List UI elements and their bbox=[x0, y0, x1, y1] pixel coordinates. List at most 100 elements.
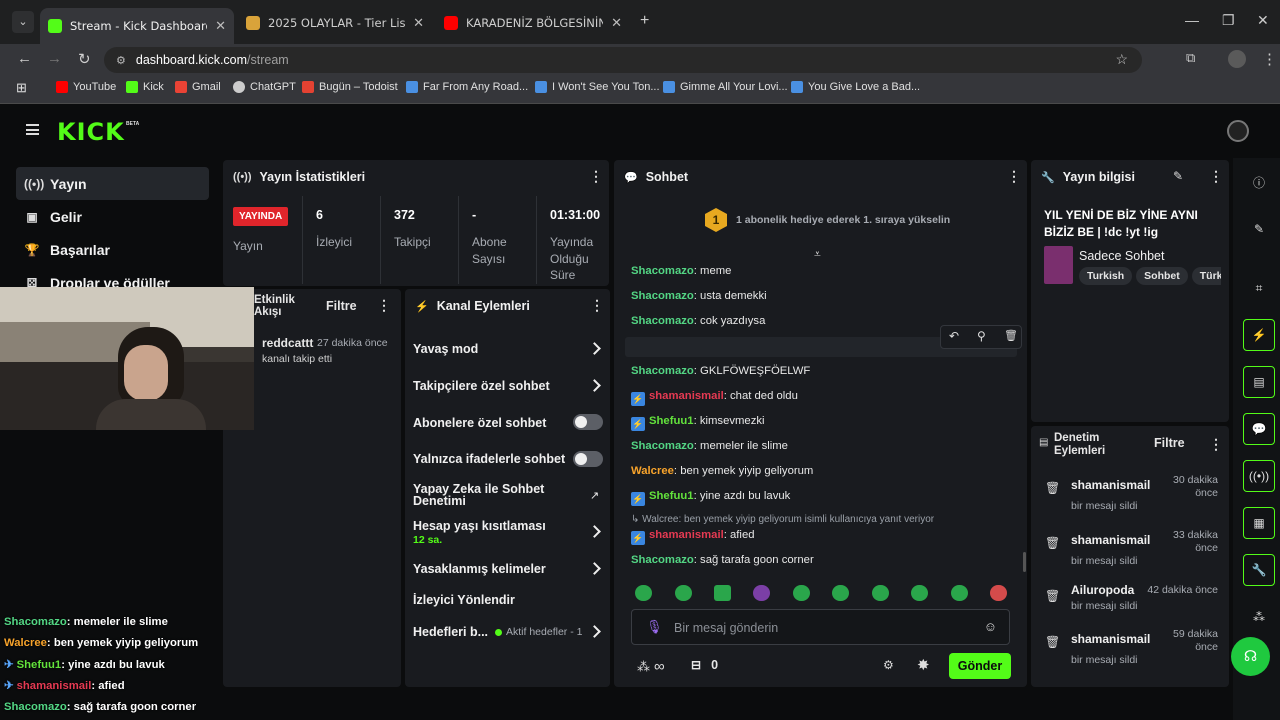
gift-leaderboard-text[interactable]: 1 abonelik hediye ederek 1. sıraya yükse… bbox=[736, 214, 950, 226]
bookmark-i-wont-see-you[interactable]: I Won't See You Ton... bbox=[535, 81, 660, 93]
sidebar-item-yayin[interactable]: ((•)) Yayın bbox=[16, 167, 209, 200]
chat-message[interactable]: Shacomazo: cok yazdıysa bbox=[631, 315, 765, 327]
channel-points[interactable]: ⁂ ∞ bbox=[637, 658, 665, 675]
emotes-only-toggle[interactable] bbox=[573, 451, 603, 467]
close-tab-icon[interactable]: ✕ bbox=[413, 16, 424, 31]
support-headset-icon[interactable]: ☊ bbox=[1231, 637, 1270, 676]
chat-more-icon[interactable]: ⋮ bbox=[1007, 169, 1021, 183]
goals-item[interactable]: Hedefleri b... bbox=[413, 625, 488, 639]
bookmark-todoist[interactable]: Bugün – Todoist bbox=[302, 81, 398, 93]
maximize-icon[interactable]: ❐ bbox=[1222, 12, 1235, 29]
emote-icon[interactable] bbox=[714, 585, 731, 601]
extensions-icon[interactable]: ⧉ bbox=[1186, 50, 1195, 66]
chat-username[interactable]: Walcree bbox=[631, 465, 674, 477]
emoji-icon[interactable]: ☺ bbox=[984, 619, 997, 634]
chat-message[interactable]: ⚡ Shefuu1: kimsevmezki bbox=[631, 415, 765, 431]
activity-more-icon[interactable]: ⋮ bbox=[377, 298, 391, 312]
close-tab-icon[interactable]: ✕ bbox=[215, 19, 226, 34]
emote-icon[interactable] bbox=[793, 585, 810, 601]
tag[interactable]: Turkish bbox=[1079, 267, 1133, 285]
bookmark-kick[interactable]: Kick bbox=[126, 81, 164, 93]
pin-icon[interactable]: ⚲ bbox=[977, 329, 986, 343]
bookmark-gimme-all[interactable]: Gimme All Your Lovi... bbox=[663, 81, 788, 93]
bookmark-you-give-love[interactable]: You Give Love a Bad... bbox=[791, 81, 920, 93]
chat-scrollbar[interactable] bbox=[1023, 552, 1026, 572]
tab-search-button[interactable]: ⌄ bbox=[12, 11, 34, 33]
chat-message[interactable]: ⚡ shamanismail: chat ded oldu bbox=[631, 390, 798, 406]
tab-tier-list[interactable]: 2025 OLAYLAR - Tier List | Kor S ✕ bbox=[238, 8, 432, 38]
ai-moderation-item[interactable]: Yapay Zeka ile Sohbet Denetimi bbox=[413, 483, 544, 508]
emote-icon[interactable] bbox=[832, 585, 849, 601]
chat-message[interactable]: Shacomazo: usta demekki bbox=[631, 290, 767, 302]
points-icon[interactable]: ⁂ bbox=[1243, 601, 1275, 633]
site-info-icon[interactable]: ⚙ bbox=[116, 54, 126, 67]
bookmark-chatgpt[interactable]: ChatGPT bbox=[233, 81, 296, 93]
chat-username[interactable]: shamanismail bbox=[649, 529, 724, 541]
chat-username[interactable]: Shefuu1 bbox=[649, 415, 694, 427]
close-tab-icon[interactable]: ✕ bbox=[611, 16, 622, 31]
emote-icon[interactable] bbox=[753, 585, 770, 601]
emote-icon[interactable] bbox=[635, 585, 652, 601]
chat-username[interactable]: Shacomazo bbox=[631, 440, 694, 452]
chat-username[interactable]: Shacomazo bbox=[631, 265, 694, 277]
mod-actions-more-icon[interactable]: ⋮ bbox=[1209, 437, 1223, 451]
edit-icon[interactable]: ✎ bbox=[1243, 213, 1275, 245]
hamburger-menu-icon[interactable] bbox=[26, 124, 39, 135]
microphone-icon[interactable]: 🎙 bbox=[646, 619, 663, 635]
chat-message[interactable]: Shacomazo: sağ tarafa goon corner bbox=[631, 554, 814, 566]
tag[interactable]: Türk bbox=[1191, 267, 1221, 285]
wrench-icon[interactable]: 🔧 bbox=[1243, 554, 1275, 586]
chat-username[interactable]: Shacomazo bbox=[631, 365, 694, 377]
user-avatar[interactable] bbox=[1227, 120, 1249, 142]
layout-icon[interactable]: ▦ bbox=[1243, 507, 1275, 539]
subs-only-toggle[interactable] bbox=[573, 414, 603, 430]
stats-more-icon[interactable]: ⋮ bbox=[589, 169, 603, 183]
edit-icon[interactable]: ✎ bbox=[1173, 169, 1183, 183]
tab-youtube[interactable]: KARADENİZ BÖLGESİNİN EN Ç ✕ bbox=[436, 8, 630, 38]
sidebar-item-basarilar[interactable]: 🏆 Başarılar bbox=[16, 233, 209, 266]
gift-icon[interactable]: ✸ bbox=[917, 656, 930, 674]
bookmark-far-from-any-road[interactable]: Far From Any Road... bbox=[406, 81, 528, 93]
send-button[interactable]: Gönder bbox=[949, 653, 1011, 679]
redirect-viewers-item[interactable]: İzleyici Yönlendir bbox=[413, 593, 515, 607]
emote-icon[interactable] bbox=[990, 585, 1007, 601]
reply-icon[interactable]: ↶ bbox=[949, 329, 959, 343]
capture-icon[interactable]: ⌗ bbox=[1243, 272, 1275, 304]
chat-settings-icon[interactable]: ⚙ bbox=[883, 658, 894, 672]
close-window-icon[interactable]: ✕ bbox=[1257, 12, 1269, 29]
stream-info-more-icon[interactable]: ⋮ bbox=[1209, 169, 1223, 183]
chat-username[interactable]: shamanismail bbox=[649, 390, 724, 402]
followers-only-item[interactable]: Takipçilere özel sohbet bbox=[413, 379, 550, 393]
channel-actions-more-icon[interactable]: ⋮ bbox=[590, 298, 604, 312]
bookmark-gmail[interactable]: Gmail bbox=[175, 81, 221, 93]
slow-mode-item[interactable]: Yavaş mod bbox=[413, 342, 478, 356]
chat-message[interactable]: Shacomazo: GKLFÖWEŞFÖELWF bbox=[631, 365, 810, 377]
activity-user[interactable]: reddcattt bbox=[262, 336, 313, 350]
mod-filter-button[interactable]: Filtre bbox=[1154, 436, 1185, 450]
bookmark-youtube[interactable]: YouTube bbox=[56, 81, 116, 93]
chat-message[interactable]: Walcree: ben yemek yiyip geliyorum bbox=[631, 465, 813, 477]
category-name[interactable]: Sadece Sohbet bbox=[1079, 249, 1165, 263]
account-age-item[interactable]: Hesap yaşı kısıtlaması bbox=[413, 519, 546, 533]
chat-message[interactable]: Shacomazo: memeler ile slime bbox=[631, 440, 788, 452]
chat-username[interactable]: Shacomazo bbox=[631, 315, 694, 327]
bookmark-star-icon[interactable]: ☆ bbox=[1115, 51, 1128, 68]
banned-words-item[interactable]: Yasaklanmış kelimeler bbox=[413, 562, 546, 576]
chat-username[interactable]: Shefuu1 bbox=[649, 490, 694, 502]
chat-username[interactable]: Shacomazo bbox=[631, 554, 694, 566]
chat-input[interactable]: 🎙 Bir mesaj gönderin ☺ bbox=[631, 609, 1010, 645]
minimize-icon[interactable]: — bbox=[1185, 12, 1199, 28]
chat-icon[interactable]: 💬 bbox=[1243, 413, 1275, 445]
forward-icon[interactable]: → bbox=[47, 50, 62, 67]
info-icon[interactable]: ⓘ bbox=[1243, 166, 1275, 198]
delete-icon[interactable]: 🗑 bbox=[1004, 329, 1018, 342]
browser-menu-icon[interactable]: ⋮ bbox=[1262, 50, 1277, 68]
activity-filter-button[interactable]: Filtre bbox=[326, 299, 357, 313]
chat-username[interactable]: Shacomazo bbox=[631, 290, 694, 302]
chat-message[interactable]: ⚡ Shefuu1: yine azdı bu lavuk bbox=[631, 490, 790, 506]
emote-icon[interactable] bbox=[911, 585, 928, 601]
notes-icon[interactable]: ▤ bbox=[1243, 366, 1275, 398]
chat-message[interactable]: Shacomazo: meme bbox=[631, 265, 731, 277]
gift-sub-count[interactable]: ⊟ 0 bbox=[691, 658, 718, 672]
profile-avatar[interactable] bbox=[1228, 50, 1246, 68]
